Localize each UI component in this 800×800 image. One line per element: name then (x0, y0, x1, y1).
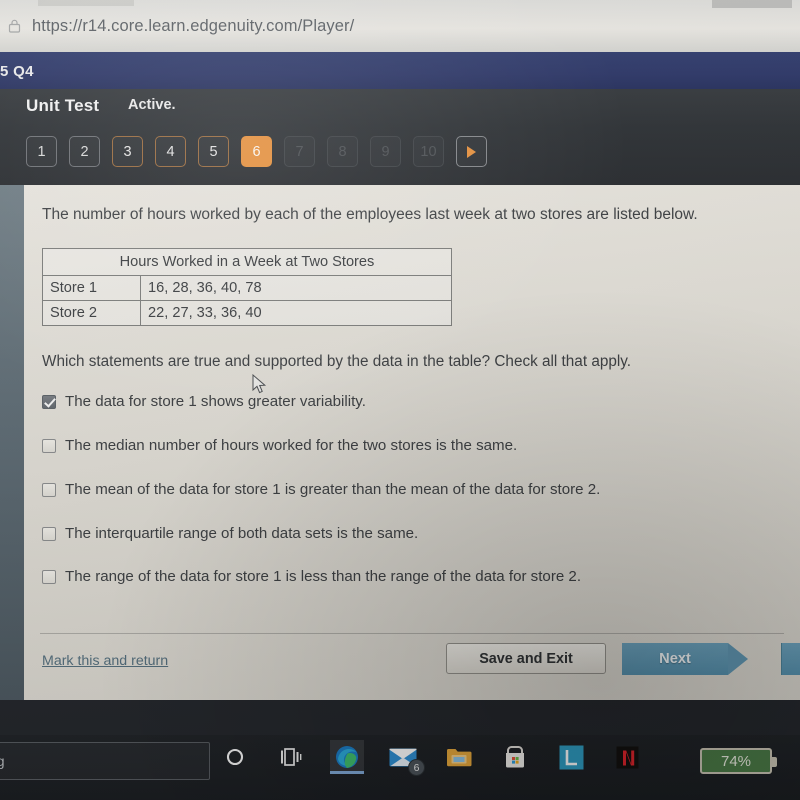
row-values-store-2: 22, 27, 33, 36, 40 (140, 300, 452, 326)
row-label-store-1: Store 1 (42, 275, 141, 301)
answer-option-label: The range of the data for store 1 is les… (65, 568, 582, 586)
question-nav-button[interactable]: 8 (327, 136, 358, 167)
question-nav-button-current[interactable]: 6 (241, 136, 272, 167)
answer-option[interactable]: The interquartile range of both data set… (42, 525, 786, 544)
answer-option[interactable]: The data for store 1 shows greater varia… (42, 393, 786, 412)
play-triangle-icon (467, 145, 476, 158)
next-button-edge[interactable] (781, 643, 800, 675)
answer-options-list: The data for store 1 shows greater varia… (42, 393, 786, 612)
mail-icon[interactable]: 6 (386, 740, 425, 776)
mark-this-and-return-link[interactable]: Mark this and return (42, 653, 168, 669)
hours-worked-table: Hours Worked in a Week at Two Stores Sto… (42, 248, 452, 326)
microsoft-store-icon[interactable] (498, 740, 532, 774)
answer-option-label: The data for store 1 shows greater varia… (65, 393, 366, 410)
url-text[interactable]: https://r14.core.learn.edgenuity.com/Pla… (32, 17, 354, 36)
left-gutter (0, 185, 24, 700)
netflix-icon[interactable] (610, 740, 644, 774)
question-nav-button[interactable]: 3 (112, 136, 143, 167)
question-code-label: 5 Q4 (0, 63, 34, 80)
row-values-store-1: 16, 28, 36, 40, 78 (140, 275, 452, 301)
answer-option-label: The mean of the data for store 1 is grea… (65, 480, 601, 498)
checkbox-checked-icon[interactable] (42, 395, 56, 409)
edge-browser-icon[interactable] (330, 740, 364, 774)
footer-divider (40, 633, 784, 634)
next-arrow-icon (728, 643, 748, 675)
table-caption-row: Hours Worked in a Week at Two Stores (42, 248, 452, 276)
question-nav-button[interactable]: 4 (155, 136, 186, 167)
question-nav-button[interactable]: 1 (26, 136, 57, 167)
tab-stub-left[interactable] (38, 0, 134, 6)
answer-option-label: The interquartile range of both data set… (65, 524, 419, 542)
question-panel: The number of hours worked by each of th… (24, 185, 800, 700)
checkbox-icon[interactable] (42, 438, 56, 453)
active-status-label: Active. (128, 97, 176, 113)
play-audio-button[interactable] (456, 136, 487, 167)
mouse-cursor-icon (252, 373, 267, 400)
tab-stub-right[interactable] (712, 0, 792, 8)
battery-indicator: 74% (700, 748, 777, 774)
checkbox-icon[interactable] (42, 526, 56, 541)
lock-icon (6, 18, 22, 34)
row-label-store-2: Store 2 (42, 300, 141, 326)
cortana-circle-icon[interactable] (218, 740, 252, 774)
table-row: Store 2 22, 27, 33, 36, 40 (42, 300, 452, 326)
question-nav-button[interactable]: 5 (198, 136, 229, 167)
table-caption: Hours Worked in a Week at Two Stores (42, 248, 452, 276)
answer-option-label: The median number of hours worked for th… (65, 436, 518, 454)
browser-url-bar[interactable]: https://r14.core.learn.edgenuity.com/Pla… (0, 0, 800, 52)
mail-badge-count: 6 (408, 759, 425, 776)
question-stem: The number of hours worked by each of th… (42, 206, 698, 223)
file-explorer-icon[interactable] (442, 740, 476, 774)
checkbox-icon[interactable] (42, 482, 56, 497)
question-nav-button[interactable]: 2 (69, 136, 100, 167)
answer-option[interactable]: The median number of hours worked for th… (42, 437, 786, 456)
table-row: Store 1 16, 28, 36, 40, 78 (42, 275, 452, 301)
question-nav-button[interactable]: 7 (284, 136, 315, 167)
question-number-nav[interactable]: 1 2 3 4 5 6 7 8 9 10 (26, 136, 487, 167)
answer-option[interactable]: The mean of the data for store 1 is grea… (42, 481, 786, 500)
question-nav-button[interactable]: 9 (370, 136, 401, 167)
taskbar-search-input[interactable]: ng (0, 742, 210, 780)
next-button[interactable]: Next (622, 643, 728, 675)
unit-title: Unit Test (26, 96, 100, 115)
app-navy-bar (0, 52, 800, 89)
lanschool-icon[interactable] (554, 740, 588, 774)
screen-photo: https://r14.core.learn.edgenuity.com/Pla… (0, 0, 800, 800)
search-input-text: ng (0, 753, 5, 769)
taskbar-icon-tray: 6 (218, 740, 644, 776)
save-and-exit-button[interactable]: Save and Exit (446, 643, 606, 674)
answer-option[interactable]: The range of the data for store 1 is les… (42, 568, 786, 587)
checkbox-icon[interactable] (42, 570, 56, 585)
question-nav-button[interactable]: 10 (413, 136, 444, 167)
question-prompt: Which statements are true and supported … (42, 353, 631, 370)
task-view-icon[interactable] (274, 740, 308, 774)
